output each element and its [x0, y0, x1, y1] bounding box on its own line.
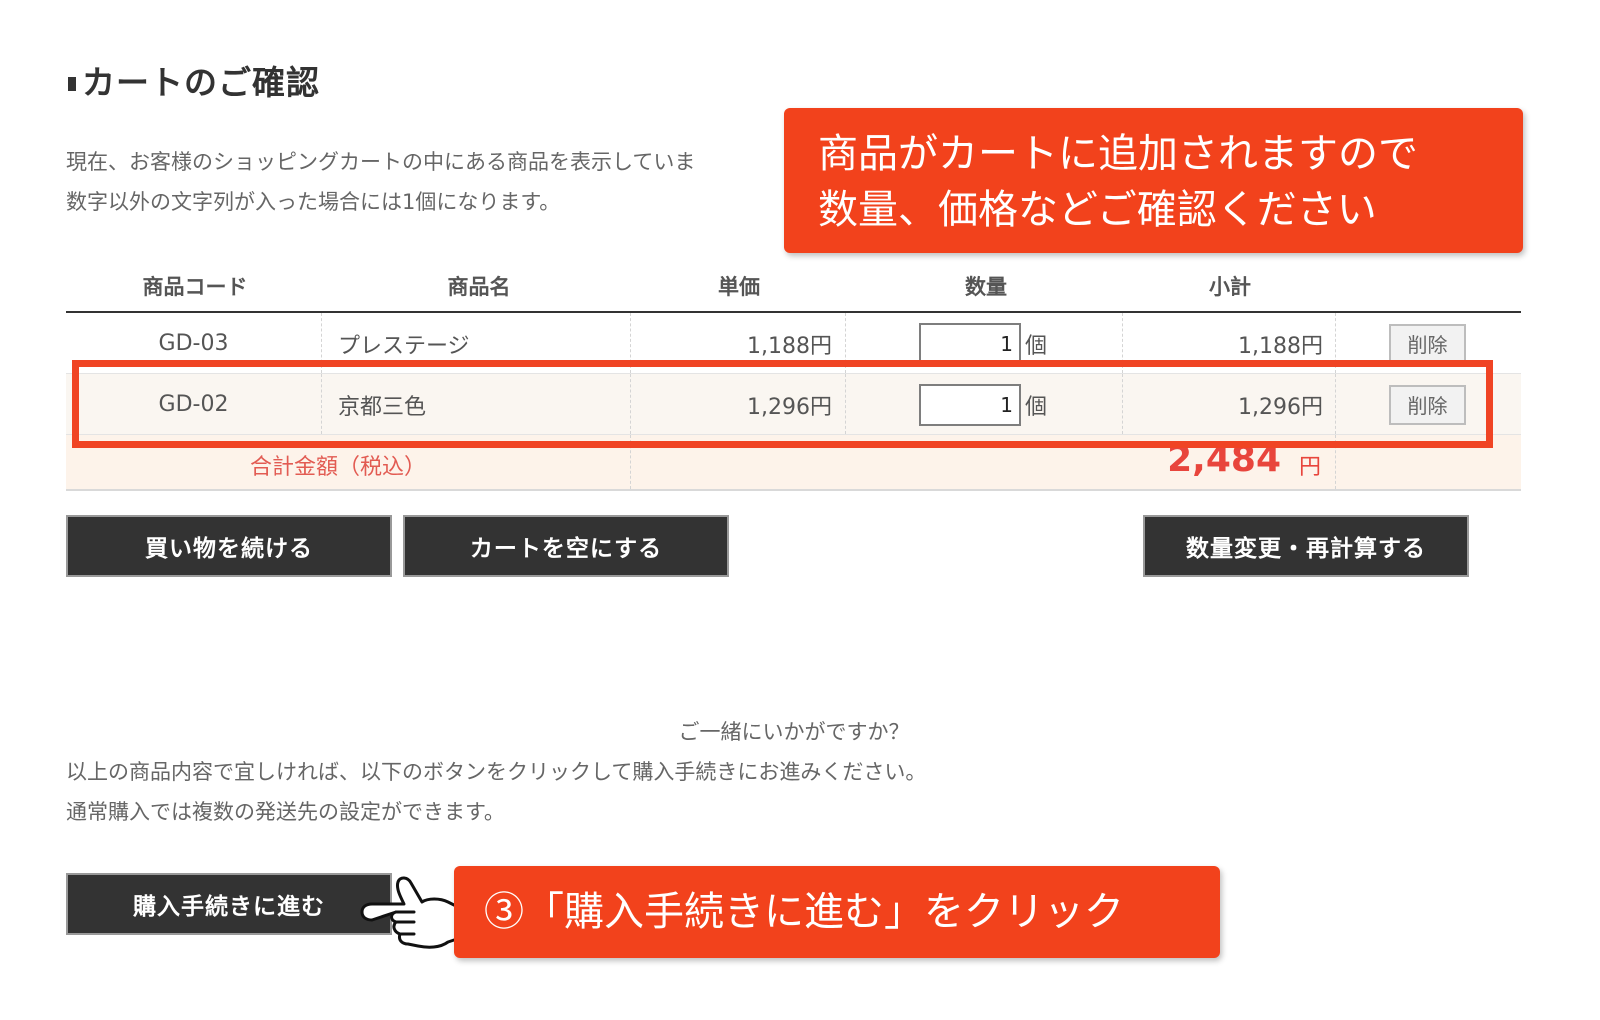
- total-unit: 円: [1298, 455, 1321, 480]
- delete-button[interactable]: 削除: [1389, 323, 1466, 364]
- callout-top-line-2: 数量、価格などご確認ください: [818, 187, 1377, 233]
- header-qty: 数量: [965, 275, 1007, 299]
- continue-shopping-button[interactable]: 買い物を続ける: [66, 515, 392, 577]
- page-title-text: カートのご確認: [82, 63, 320, 102]
- checkout-notes: 以上の商品内容で宜しければ、以下のボタンをクリックして購入手続きにお進みください…: [66, 752, 926, 832]
- square-bullet-icon: [68, 77, 76, 91]
- empty-cart-button[interactable]: カートを空にする: [403, 515, 729, 577]
- intro-line-1: 現在、お客様のショッピングカートの中にある商品を表示していま: [66, 150, 696, 174]
- callout-bottom: ③「購入手続きに進む」をクリック: [454, 866, 1220, 958]
- header-subtotal: 小計: [1209, 275, 1251, 299]
- intro-text: 現在、お客様のショッピングカートの中にある商品を表示していま 数字以外の文字列が…: [66, 142, 695, 222]
- page-title: カートのご確認: [68, 56, 320, 104]
- qty-unit: 個: [1025, 333, 1048, 359]
- header-price: 単価: [718, 275, 760, 299]
- pointing-hand-icon: [360, 876, 462, 949]
- notes-line-2: 通常購入では複数の発送先の設定ができます。: [66, 800, 505, 824]
- header-code: 商品コード: [142, 275, 248, 299]
- checkout-button[interactable]: 購入手続きに進む: [66, 873, 392, 935]
- intro-line-2: 数字以外の文字列が入った場合には1個になります。: [66, 190, 561, 214]
- cart-table-header: 商品コード 商品名 単価 数量 小計: [66, 257, 1521, 313]
- header-name: 商品名: [447, 275, 511, 299]
- callout-top-line-1: 商品がカートに追加されますので: [818, 131, 1418, 177]
- callout-top: 商品がカートに追加されますので 数量、価格などご確認ください: [784, 108, 1523, 253]
- notes-line-1: 以上の商品内容で宜しければ、以下のボタンをクリックして購入手続きにお進みください…: [66, 760, 927, 784]
- quantity-input[interactable]: [919, 322, 1021, 365]
- recalculate-button[interactable]: 数量変更・再計算する: [1143, 515, 1469, 577]
- row-highlight-box: [72, 360, 1493, 448]
- total-label: 合計金額（税込）: [250, 455, 427, 480]
- recommend-heading: ご一緒にいかがですか？: [678, 720, 910, 744]
